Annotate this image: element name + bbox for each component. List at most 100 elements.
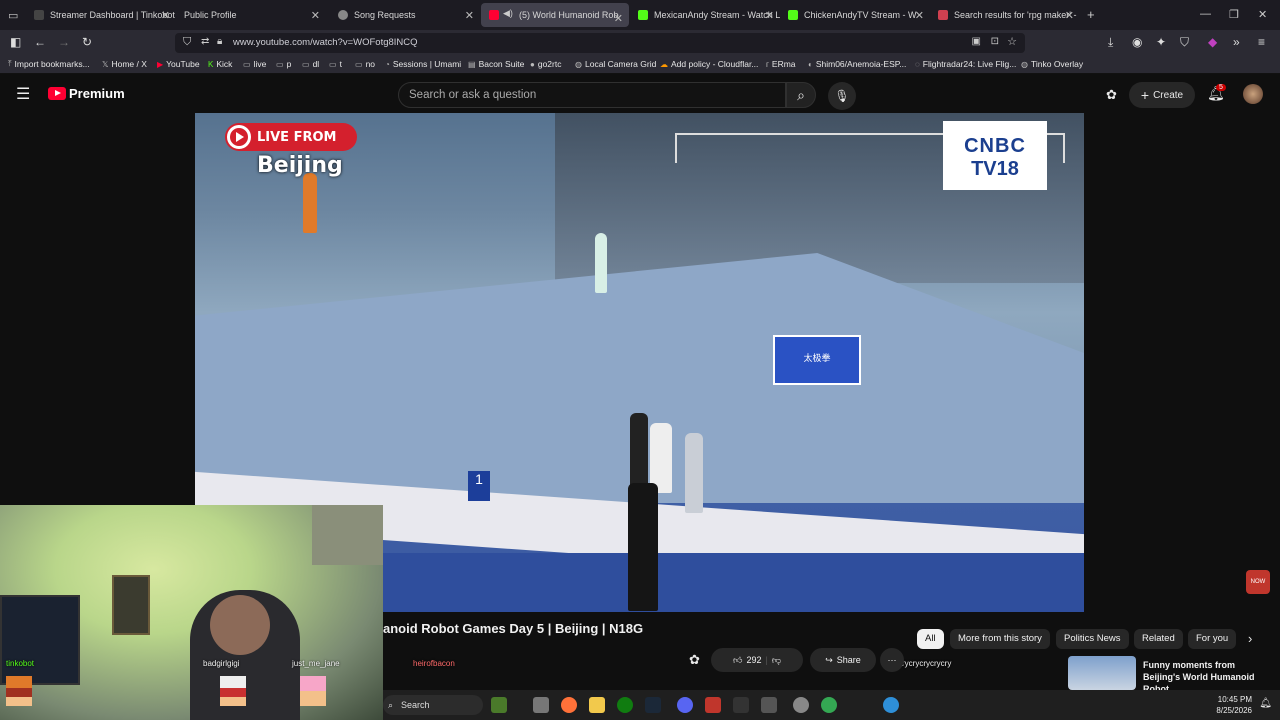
extension-purple-icon[interactable]: ◆ (1208, 35, 1217, 49)
tab-mexicanandy[interactable]: MexicanAndy Stream - Watch L ✕ (630, 0, 780, 30)
task-view-icon[interactable] (533, 697, 549, 713)
microphone-icon[interactable]: 🎙︎ (828, 82, 856, 110)
youtube-play-icon (48, 87, 66, 100)
firefox-icon[interactable] (561, 697, 577, 713)
forward-icon[interactable]: → (58, 35, 70, 49)
address-bar[interactable]: ⛉ ⇄ 🔒︎ www.youtube.com/watch?v=WOFotg8IN… (175, 33, 1025, 53)
related-video-thumbnail[interactable] (1068, 656, 1136, 690)
app-icon[interactable] (491, 697, 507, 713)
like-button[interactable]: 👍︎ 292 | 👎︎ (711, 648, 803, 672)
notification-center-icon[interactable]: 🔔︎ (1259, 698, 1272, 709)
chrome-icon[interactable] (821, 697, 837, 713)
search-icon[interactable]: ⌕ (786, 82, 816, 108)
edge-icon[interactable] (883, 697, 899, 713)
close-icon[interactable]: ✕ (465, 9, 474, 22)
bookmark-item[interactable]: K Kick (208, 59, 232, 69)
bookmark-folder[interactable]: ▭ dl (302, 59, 319, 69)
robot-figure (685, 433, 703, 513)
search-input[interactable]: Search or ask a question (398, 82, 786, 108)
folder-icon: ▭ (329, 59, 337, 69)
minimize-icon[interactable]: — (1200, 8, 1211, 20)
tab-streamer-dashboard[interactable]: Streamer Dashboard | Tinkobot ✕ (26, 0, 176, 30)
thumbs-up-icon: 👍︎ (733, 654, 743, 665)
youtube-logo[interactable]: Premium (48, 86, 125, 101)
create-button[interactable]: + Create (1129, 82, 1195, 108)
account-icon[interactable]: ◉ (1132, 35, 1142, 49)
bookmark-folder[interactable]: ▭ no (355, 59, 375, 69)
speaker-icon[interactable]: ◀) (503, 8, 513, 19)
close-icon[interactable]: ✕ (161, 9, 170, 22)
more-actions-button[interactable]: ⋯ (880, 648, 904, 672)
share-button[interactable]: ↪ Share (810, 648, 876, 672)
chip-politics-news[interactable]: Politics News (1056, 629, 1129, 649)
watch-now-icon[interactable]: NOW (1246, 570, 1270, 594)
steam-icon[interactable] (645, 697, 661, 713)
tab-public-profile[interactable]: Public Profile ✕ (176, 0, 326, 30)
discord-icon[interactable] (677, 697, 693, 713)
menu-icon[interactable]: ≡ (1258, 35, 1265, 49)
overflow-chevron-icon[interactable]: » (1233, 35, 1240, 49)
bookmark-folder[interactable]: ▭ live (243, 59, 266, 69)
permissions-icon[interactable]: ⇄ (201, 36, 209, 47)
close-icon[interactable]: ✕ (915, 9, 924, 22)
chip-related[interactable]: Related (1134, 629, 1183, 649)
bookmark-item[interactable]: ◍ Tinko Overlay (1021, 59, 1083, 69)
bookmark-item[interactable]: ☁ Add policy - Cloudflar... (660, 59, 758, 69)
new-tab-icon[interactable]: + (1087, 7, 1095, 22)
bookmark-item[interactable]: ◍ Local Camera Grid (575, 59, 656, 69)
system-clock[interactable]: 10:45 PM 8/25/2026 (1216, 694, 1252, 716)
tab-chickenandy[interactable]: ChickenAndyTV Stream - W ✕ (780, 0, 930, 30)
reader-view-icon[interactable]: ▣ (972, 36, 981, 47)
taskbar-search[interactable]: ⌕ Search (383, 695, 483, 715)
chip-all[interactable]: All (917, 629, 944, 649)
bookmark-item[interactable]: ▤ Bacon Suite (468, 59, 524, 69)
bookmark-item[interactable]: ● go2rtc (530, 59, 561, 69)
adblock-icon[interactable]: ⛉ (1180, 35, 1189, 50)
bookmark-item[interactable]: ▶ YouTube (157, 59, 200, 69)
hamburger-menu-icon[interactable]: ☰ (16, 84, 30, 104)
window-close-icon[interactable]: ✕ (1258, 8, 1267, 21)
download-icon[interactable]: ⤓ (1108, 35, 1113, 50)
tab-rpg-maker-search[interactable]: Search results for 'rpg maker' - ✕ (930, 0, 1080, 30)
bookmark-star-icon[interactable]: ☆ (1007, 35, 1017, 48)
bookmark-item[interactable]: ◌ Flightradar24: Live Flig... (915, 59, 1016, 69)
app-icon[interactable] (793, 697, 809, 713)
file-explorer-icon[interactable] (589, 697, 605, 713)
back-icon[interactable]: ← (34, 35, 46, 49)
close-icon[interactable]: ✕ (765, 9, 774, 22)
tab-song-requests[interactable]: Song Requests ✕ (330, 0, 480, 30)
tab-title: Streamer Dashboard | Tinkobot (50, 10, 175, 20)
reload-icon[interactable]: ↻ (82, 35, 92, 49)
shield-icon[interactable]: ⛉ (183, 36, 191, 49)
tab-youtube-active[interactable]: ◀) (5) World Humanoid Robot ✕ (481, 3, 629, 27)
restore-icon[interactable]: ❐ (1229, 8, 1239, 21)
lock-icon[interactable]: 🔒︎ (217, 36, 222, 47)
chevron-right-icon[interactable]: › (1248, 631, 1252, 646)
chip-more-from-story[interactable]: More from this story (950, 629, 1050, 649)
extensions-icon[interactable]: ✦ (1156, 35, 1166, 49)
xbox-icon[interactable] (617, 697, 633, 713)
bookmark-folder[interactable]: ▭ t (329, 59, 342, 69)
app-icon[interactable] (705, 697, 721, 713)
chip-for-you[interactable]: For you (1188, 629, 1237, 649)
avatar[interactable] (1243, 84, 1263, 104)
bookmark-item[interactable]: ⤒ Import bookmarks... (8, 59, 90, 69)
x-logo-icon: 𝕏 (102, 59, 109, 69)
pocket-icon[interactable]: ⊡ (991, 36, 999, 47)
bookmark-item[interactable]: ᴦ ERma (766, 59, 796, 69)
close-icon[interactable]: ✕ (311, 9, 320, 22)
close-icon[interactable]: ✕ (614, 12, 623, 25)
terminal-icon[interactable] (733, 697, 749, 713)
sidebar-icon[interactable]: ◧ (10, 35, 21, 49)
tab-list-icon[interactable]: ▭ (8, 9, 18, 22)
extension-puzzle-icon[interactable]: ✿ (1106, 87, 1117, 103)
extension-puzzle-icon[interactable]: ✿ (689, 652, 700, 668)
bookmark-folder[interactable]: ▭ p (276, 59, 291, 69)
folder-icon: ▭ (276, 59, 284, 69)
close-icon[interactable]: ✕ (1065, 9, 1074, 22)
bookmark-item[interactable]: ◐ Shim06/Anemoia-ESP... (808, 59, 906, 69)
app-icon[interactable] (761, 697, 777, 713)
divider: | (765, 655, 768, 665)
bookmark-item[interactable]: ◔ Sessions | Umami (385, 59, 461, 69)
bookmark-item[interactable]: 𝕏 Home / X (102, 59, 147, 69)
